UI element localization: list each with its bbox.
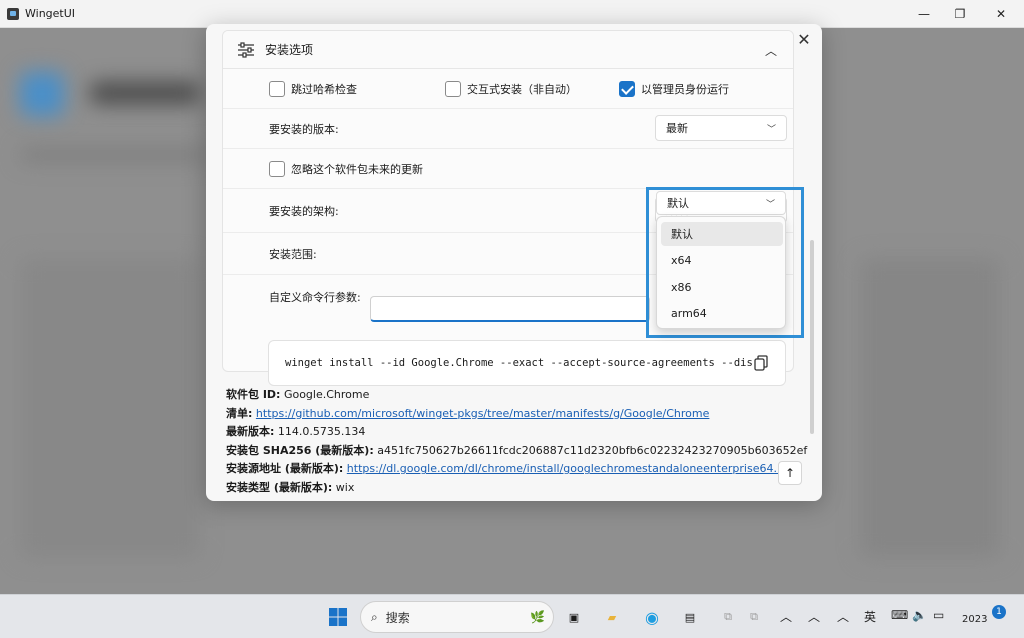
start-button[interactable] <box>326 605 350 629</box>
taskbar-app-button[interactable]: ⧉ <box>716 605 740 629</box>
custom-args-input[interactable] <box>370 296 650 322</box>
wingetui-icon: ▤ <box>684 610 696 624</box>
package-id-line: 软件包 ID: Google.Chrome <box>226 386 807 405</box>
close-icon: ✕ <box>995 7 1007 21</box>
dialog-close-button[interactable]: ✕ <box>793 28 815 50</box>
search-icon: ⌕ <box>371 609 378 624</box>
info-key: 清单: <box>226 406 253 420</box>
dropdown-option-x64[interactable]: x64 <box>661 248 783 272</box>
checkbox-checked[interactable] <box>619 80 635 97</box>
package-info: 软件包 ID: Google.Chrome 清单: https://github… <box>226 386 807 498</box>
taskbar-app-button[interactable]: ⧉ <box>742 605 766 629</box>
manifest-link[interactable]: https://github.com/microsoft/winget-pkgs… <box>256 407 710 420</box>
architecture-select-value: 默认 <box>667 197 689 210</box>
checkbox[interactable] <box>269 80 285 97</box>
taskbar-search[interactable]: ⌕ 搜索 🌿 <box>360 601 554 633</box>
options-title: 安装选项 <box>265 43 314 57</box>
installer-url-link[interactable]: https://dl.google.com/dl/chrome/install/… <box>347 462 797 475</box>
chevron-up-icon[interactable]: ︿ <box>780 608 792 625</box>
skip-hash-check[interactable]: 跳过哈希检查 <box>269 80 357 97</box>
info-key: 安装源地址 (最新版本): <box>226 462 344 476</box>
scope-label: 安装范围: <box>269 247 317 261</box>
windows-icon <box>329 608 347 626</box>
manifest-line: 清单: https://github.com/microsoft/winget-… <box>226 405 807 424</box>
edge-button[interactable]: ◉ <box>640 605 664 629</box>
custom-args-label: 自定义命令行参数: <box>269 291 361 304</box>
scrollbar[interactable] <box>810 240 814 434</box>
restore-icon: ❐ <box>954 7 966 21</box>
search-placeholder: 搜索 <box>385 610 410 625</box>
installer-type-line: 安装类型 (最新版本): wix <box>226 479 807 498</box>
checkbox[interactable] <box>269 160 285 177</box>
checkbox-label: 交互式安装（非自动） <box>467 82 577 96</box>
info-key: 软件包 ID: <box>226 388 281 401</box>
command-preview: winget install --id Google.Chrome --exac… <box>268 340 786 386</box>
ignore-updates-check[interactable]: 忽略这个软件包未来的更新 <box>269 160 423 177</box>
installer-type-value: wix <box>335 480 355 494</box>
version-select-value: 最新 <box>666 122 688 135</box>
close-window-button[interactable]: ✕ <box>978 0 1024 28</box>
close-icon: ✕ <box>797 29 811 49</box>
version-label: 要安装的版本: <box>269 122 339 136</box>
chevron-up-icon[interactable]: ︿ <box>837 608 849 625</box>
window-title: WingetUI <box>25 7 76 20</box>
checkbox-row: 跳过哈希检查 交互式安装（非自动） 以管理员身份运行 <box>223 69 793 109</box>
version-select[interactable]: 最新 ﹀ <box>655 115 787 141</box>
ignore-updates-row: 忽略这个软件包未来的更新 <box>223 149 793 189</box>
info-key: 安装类型 (最新版本): <box>226 480 333 494</box>
dropdown-option-x86[interactable]: x86 <box>661 275 783 299</box>
architecture-select-open[interactable]: 默认 ﹀ <box>656 191 786 215</box>
latest-version-line: 最新版本: 114.0.5735.134 <box>226 423 807 442</box>
checkbox-label: 以管理员身份运行 <box>641 82 729 96</box>
chevron-up-icon[interactable]: ︿ <box>808 608 820 625</box>
notification-badge[interactable]: 1 <box>992 605 1006 619</box>
checkbox[interactable] <box>445 80 461 97</box>
file-explorer-button[interactable]: ▰ <box>600 605 624 629</box>
installer-url-line: 安装源地址 (最新版本): https://dl.google.com/dl/c… <box>226 460 807 479</box>
app-icon: ⧉ <box>724 610 732 623</box>
info-key: 最新版本: <box>226 425 275 439</box>
architecture-label: 要安装的架构: <box>269 204 339 218</box>
task-view-button[interactable]: ▣ <box>562 605 586 629</box>
battery-icon[interactable]: ▭ <box>933 608 944 622</box>
dropdown-option-default[interactable]: 默认 <box>661 222 783 246</box>
taskbar: ⌕ 搜索 🌿 ▣ ▰ ◉ ▤ ⧉ ⧉ ︿ ︿ ︿ 英 ⌨ 🔈 ▭ 2023 <box>0 594 1024 638</box>
folder-icon: ▰ <box>607 610 617 624</box>
command-text: winget install --id Google.Chrome --exac… <box>285 357 753 369</box>
sha256-line: 安装包 SHA256 (最新版本): a451fc750627b26611fcd… <box>226 442 807 461</box>
task-view-icon: ▣ <box>568 610 580 624</box>
ime-indicator[interactable]: 英 <box>864 608 876 625</box>
settings-sliders-icon <box>238 41 254 58</box>
wingetui-taskbar-button[interactable]: ▤ <box>678 605 702 629</box>
edge-icon: ◉ <box>645 607 659 627</box>
minimize-icon: — <box>918 7 930 21</box>
network-icon[interactable]: ⌨ <box>891 608 908 622</box>
scroll-to-top-button[interactable]: ↑ <box>778 461 802 485</box>
sha256-value: a451fc750627b26611fcdc206887c11d2320bfb6… <box>377 443 808 457</box>
options-header[interactable]: 安装选项 ︿ <box>223 31 793 69</box>
chevron-up-icon[interactable]: ︿ <box>765 42 777 59</box>
package-id-value: Google.Chrome <box>283 388 370 401</box>
copy-icon[interactable] <box>754 355 768 371</box>
checkbox-label: 跳过哈希检查 <box>291 82 357 96</box>
info-key: 安装包 SHA256 (最新版本): <box>226 443 374 457</box>
app-icon <box>7 7 19 20</box>
run-as-admin-check[interactable]: 以管理员身份运行 <box>619 80 729 97</box>
interactive-install-check[interactable]: 交互式安装（非自动） <box>445 80 577 97</box>
latest-version-value: 114.0.5735.134 <box>277 425 366 439</box>
chevron-down-icon: ﹀ <box>765 199 775 210</box>
checkbox-label: 忽略这个软件包未来的更新 <box>291 162 423 176</box>
clock[interactable]: 2023 <box>962 614 987 625</box>
maximize-button[interactable]: ❐ <box>937 0 983 28</box>
dropdown-option-arm64[interactable]: arm64 <box>661 301 783 325</box>
app-icon: ⧉ <box>750 610 758 623</box>
search-highlight-icon: 🌿 <box>530 610 545 624</box>
version-row: 要安装的版本: 最新 ﹀ <box>223 109 793 149</box>
volume-icon[interactable]: 🔈 <box>912 608 927 622</box>
architecture-dropdown: 默认 x64 x86 arm64 <box>656 216 786 329</box>
chevron-down-icon: ﹀ <box>766 124 776 135</box>
arrow-up-icon: ↑ <box>784 466 796 480</box>
